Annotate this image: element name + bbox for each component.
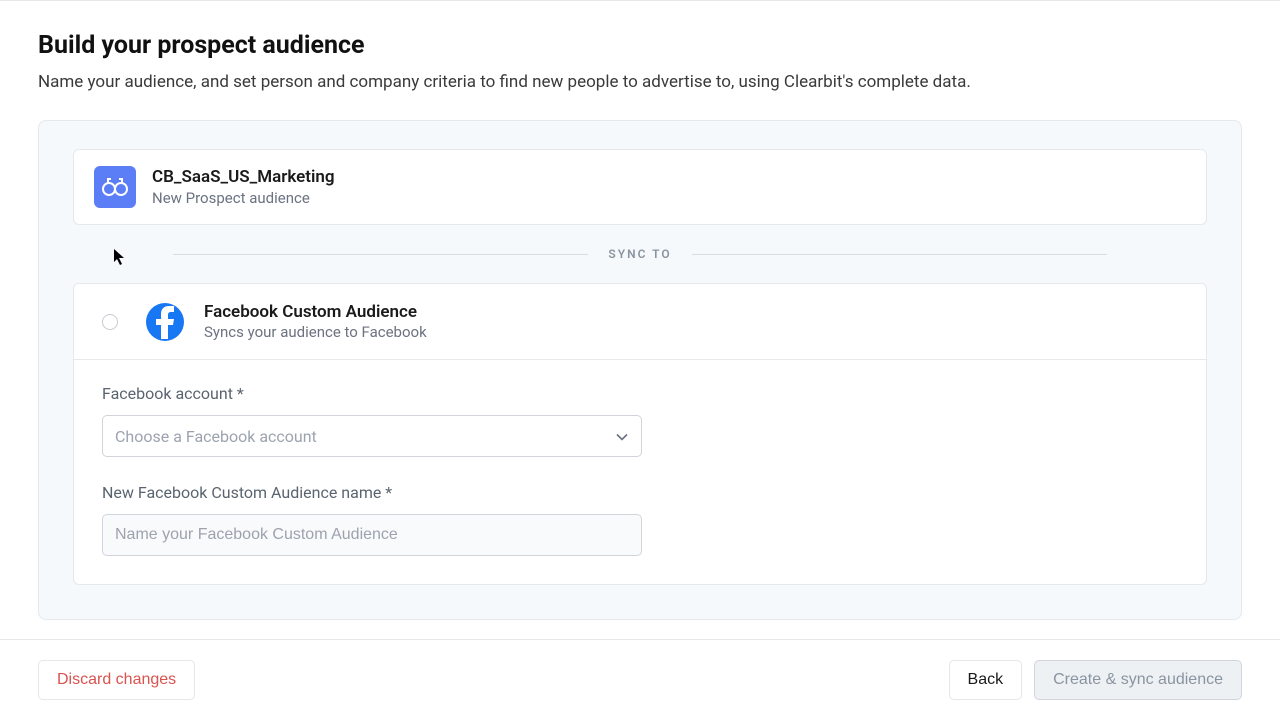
destination-description: Syncs your audience to Facebook	[204, 323, 427, 341]
page-title: Build your prospect audience	[38, 31, 1242, 60]
audience-card: CB_SaaS_US_Marketing New Prospect audien…	[73, 149, 1207, 225]
page-subtitle: Name your audience, and set person and c…	[38, 72, 1242, 92]
back-button[interactable]: Back	[949, 660, 1023, 700]
custom-audience-name-input[interactable]	[102, 514, 642, 556]
audience-name: CB_SaaS_US_Marketing	[152, 167, 335, 187]
create-sync-button[interactable]: Create & sync audience	[1034, 660, 1242, 700]
sync-divider-label: SYNC TO	[588, 247, 691, 261]
facebook-icon	[146, 303, 184, 341]
discard-button[interactable]: Discard changes	[38, 660, 195, 700]
destination-option[interactable]: Facebook Custom Audience Syncs your audi…	[74, 284, 1206, 360]
binoculars-icon	[94, 166, 136, 208]
config-panel: CB_SaaS_US_Marketing New Prospect audien…	[38, 120, 1242, 620]
destination-card: Facebook Custom Audience Syncs your audi…	[73, 283, 1207, 585]
destination-title: Facebook Custom Audience	[204, 302, 427, 322]
sync-divider: SYNC TO	[73, 247, 1207, 261]
custom-audience-name-label: New Facebook Custom Audience name *	[102, 483, 1178, 502]
audience-type-label: New Prospect audience	[152, 189, 335, 207]
facebook-account-select[interactable]: Choose a Facebook account	[102, 415, 642, 457]
facebook-account-label: Facebook account *	[102, 384, 1178, 403]
footer-bar: Discard changes Back Create & sync audie…	[0, 639, 1280, 720]
destination-radio[interactable]	[102, 314, 118, 330]
